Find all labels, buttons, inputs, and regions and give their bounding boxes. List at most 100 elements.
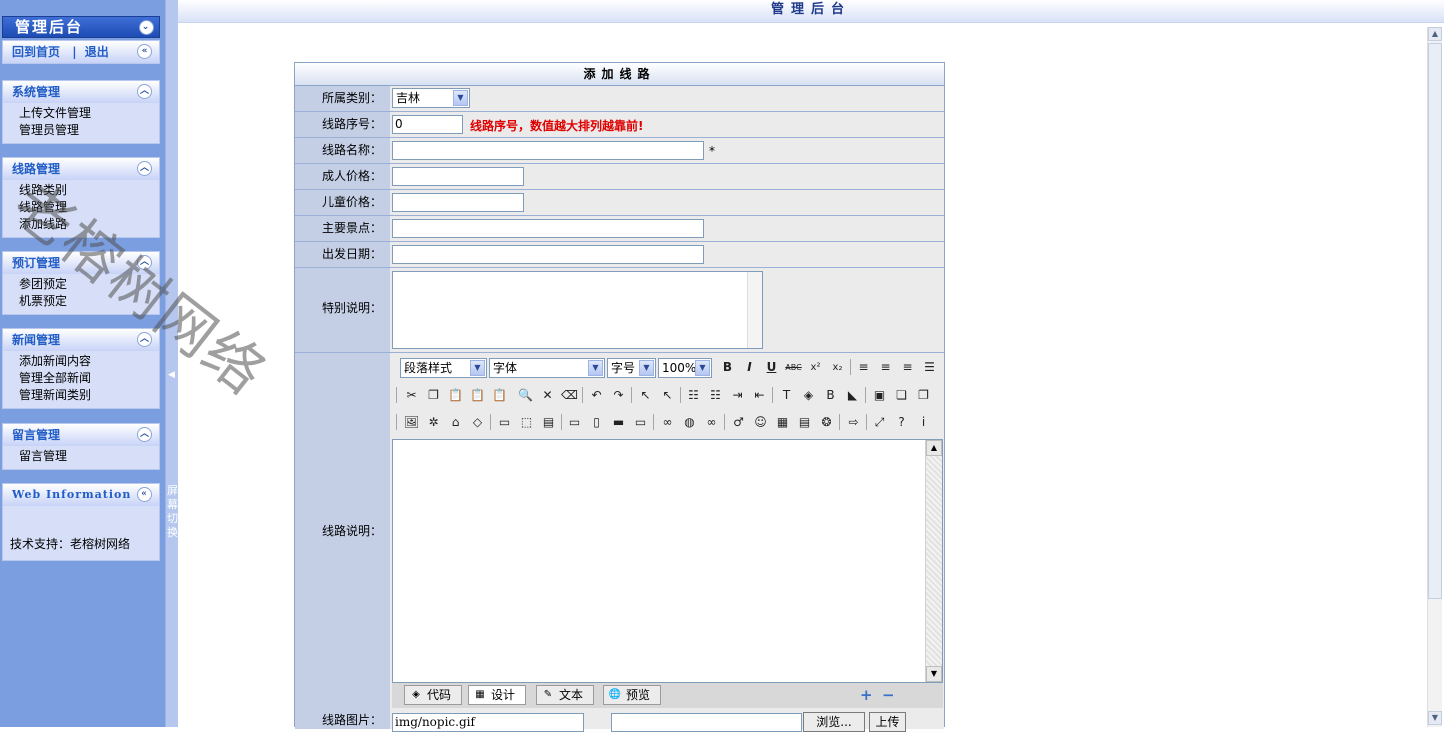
screen-switch-bar[interactable]: ◀ 屏幕切换: [165, 0, 178, 727]
table-dashed-icon[interactable]: ⬚: [517, 413, 536, 432]
logout-link[interactable]: 退出: [85, 45, 109, 59]
font-size-select[interactable]: 字号 ▼: [607, 358, 656, 378]
page-scrollbar[interactable]: ▲ ▼: [1427, 27, 1442, 727]
datetime-icon[interactable]: ▦: [773, 413, 792, 432]
scroll-down-icon[interactable]: ▼: [1428, 711, 1442, 725]
special-char-icon[interactable]: ♂: [729, 413, 748, 432]
image-path-input[interactable]: img/nopic.gif: [392, 713, 584, 732]
eraser-icon[interactable]: ⌫: [560, 386, 579, 405]
block-color-icon[interactable]: B: [821, 386, 840, 405]
file-icon[interactable]: ◇: [468, 413, 487, 432]
scroll-up-icon[interactable]: ▲: [926, 440, 942, 456]
chevron-up-icon[interactable]: ︿: [137, 84, 152, 99]
marquee-icon[interactable]: ▭: [631, 413, 650, 432]
align-left-icon[interactable]: ≡: [854, 358, 873, 377]
ordered-list-icon[interactable]: ☷: [684, 386, 703, 405]
fieldset-icon[interactable]: ▤: [539, 413, 558, 432]
template-icon[interactable]: ▯: [587, 413, 606, 432]
italic-icon[interactable]: I: [740, 358, 759, 377]
sidebar-item-route-add[interactable]: 添加线路: [19, 216, 159, 233]
paragraph-style-select[interactable]: 段落样式 ▼: [400, 358, 487, 378]
collapse-left-icon[interactable]: «: [137, 487, 152, 502]
expand-plus-icon[interactable]: +: [860, 686, 873, 704]
depart-date-input[interactable]: [392, 245, 704, 264]
chevron-up-icon[interactable]: ︿: [137, 255, 152, 270]
main-spots-input[interactable]: [392, 219, 704, 238]
font-select[interactable]: 字体 ▼: [489, 358, 605, 378]
child-price-input[interactable]: [392, 193, 524, 212]
export-icon[interactable]: ⇨: [844, 413, 863, 432]
textarea-scrollbar[interactable]: [747, 272, 762, 348]
unordered-list-icon[interactable]: ☷: [706, 386, 725, 405]
collapse-all-icon[interactable]: ⌄: [139, 20, 154, 35]
remove-format-icon[interactable]: ◣: [843, 386, 862, 405]
chevron-up-icon[interactable]: ︿: [137, 332, 152, 347]
layer-icon[interactable]: ❏: [892, 386, 911, 405]
upload-button[interactable]: 上传: [869, 712, 906, 732]
copy-icon[interactable]: ❐: [424, 386, 443, 405]
route-name-input[interactable]: [392, 141, 704, 160]
paste-text-icon[interactable]: 📋: [468, 386, 487, 405]
file-input[interactable]: [611, 713, 802, 732]
bold-icon[interactable]: B: [718, 358, 737, 377]
redo-icon[interactable]: ↷: [609, 386, 628, 405]
underline-icon[interactable]: U: [762, 358, 781, 377]
scroll-thumb[interactable]: [1428, 43, 1442, 599]
help-icon[interactable]: ?: [892, 413, 911, 432]
sidebar-item-upload[interactable]: 上传文件管理: [19, 105, 159, 122]
collapse-left-icon[interactable]: «: [137, 44, 152, 59]
maximize-icon[interactable]: ⤢: [870, 413, 889, 432]
media-icon[interactable]: ⌂: [446, 413, 465, 432]
sidebar-item-add-news[interactable]: 添加新闻内容: [19, 353, 159, 370]
sidebar-item-route-category[interactable]: 线路类别: [19, 182, 159, 199]
adult-price-input[interactable]: [392, 167, 524, 186]
iframe-icon[interactable]: ▭: [565, 413, 584, 432]
outdent-icon[interactable]: ⇤: [750, 386, 769, 405]
browse-button[interactable]: 浏览...: [803, 712, 865, 732]
align-right-icon[interactable]: ≡: [898, 358, 917, 377]
tab-text[interactable]: ✎ 文本: [536, 685, 594, 705]
fullscreen-icon[interactable]: ▣: [870, 386, 889, 405]
scroll-down-icon[interactable]: ▼: [926, 666, 942, 682]
editor-scrollbar[interactable]: ▲ ▼: [925, 440, 942, 682]
undo-icon[interactable]: ↶: [587, 386, 606, 405]
subscript-icon[interactable]: x₂: [828, 358, 847, 377]
screen-switch-label[interactable]: 屏幕切换: [167, 484, 178, 540]
home-link[interactable]: 回到首页: [12, 45, 60, 59]
image-icon[interactable]: 🖼: [402, 413, 421, 432]
paste-word-icon[interactable]: 📋: [490, 386, 509, 405]
delete-icon[interactable]: ✕: [538, 386, 557, 405]
sidebar-item-manage-news[interactable]: 管理全部新闻: [19, 370, 159, 387]
chevron-up-icon[interactable]: ︿: [137, 427, 152, 442]
triangle-left-icon[interactable]: ◀: [168, 370, 175, 380]
shrink-minus-icon[interactable]: −: [882, 686, 895, 704]
category-select[interactable]: 吉林 ▼: [392, 88, 470, 108]
sidebar-item-admins[interactable]: 管理员管理: [19, 122, 159, 139]
order-input[interactable]: 0: [392, 115, 463, 134]
superscript-icon[interactable]: x²: [806, 358, 825, 377]
sidebar-item-ticket-booking[interactable]: 机票预定: [19, 293, 159, 310]
text-color-icon[interactable]: T: [777, 386, 796, 405]
tab-code[interactable]: ◈ 代码: [404, 685, 462, 705]
tab-design[interactable]: ▦ 设计: [468, 685, 526, 705]
zoom-select[interactable]: 100% ▼: [658, 358, 712, 378]
sidebar-item-route-manage[interactable]: 线路管理: [19, 199, 159, 216]
chevron-up-icon[interactable]: ︿: [137, 161, 152, 176]
deselect-icon[interactable]: ↖: [658, 386, 677, 405]
scroll-up-icon[interactable]: ▲: [1428, 27, 1442, 41]
find-icon[interactable]: 🔍: [516, 386, 535, 405]
flash-icon[interactable]: ✲: [424, 413, 443, 432]
info-icon[interactable]: i: [914, 413, 933, 432]
sidebar-item-group-booking[interactable]: 参团预定: [19, 276, 159, 293]
hr-icon[interactable]: ▬: [609, 413, 628, 432]
strikethrough-icon[interactable]: ABC: [784, 358, 803, 377]
sidebar-item-messages[interactable]: 留言管理: [19, 448, 159, 465]
align-justify-icon[interactable]: ☰: [920, 358, 939, 377]
rich-text-editor[interactable]: ▲ ▼: [392, 439, 943, 683]
globe-link-icon[interactable]: ◍: [680, 413, 699, 432]
indent-icon[interactable]: ⇥: [728, 386, 747, 405]
bg-color-icon[interactable]: ◈: [799, 386, 818, 405]
tab-preview[interactable]: 🌐 预览: [603, 685, 661, 705]
paste-icon[interactable]: 📋: [446, 386, 465, 405]
quote-icon[interactable]: ❂: [817, 413, 836, 432]
